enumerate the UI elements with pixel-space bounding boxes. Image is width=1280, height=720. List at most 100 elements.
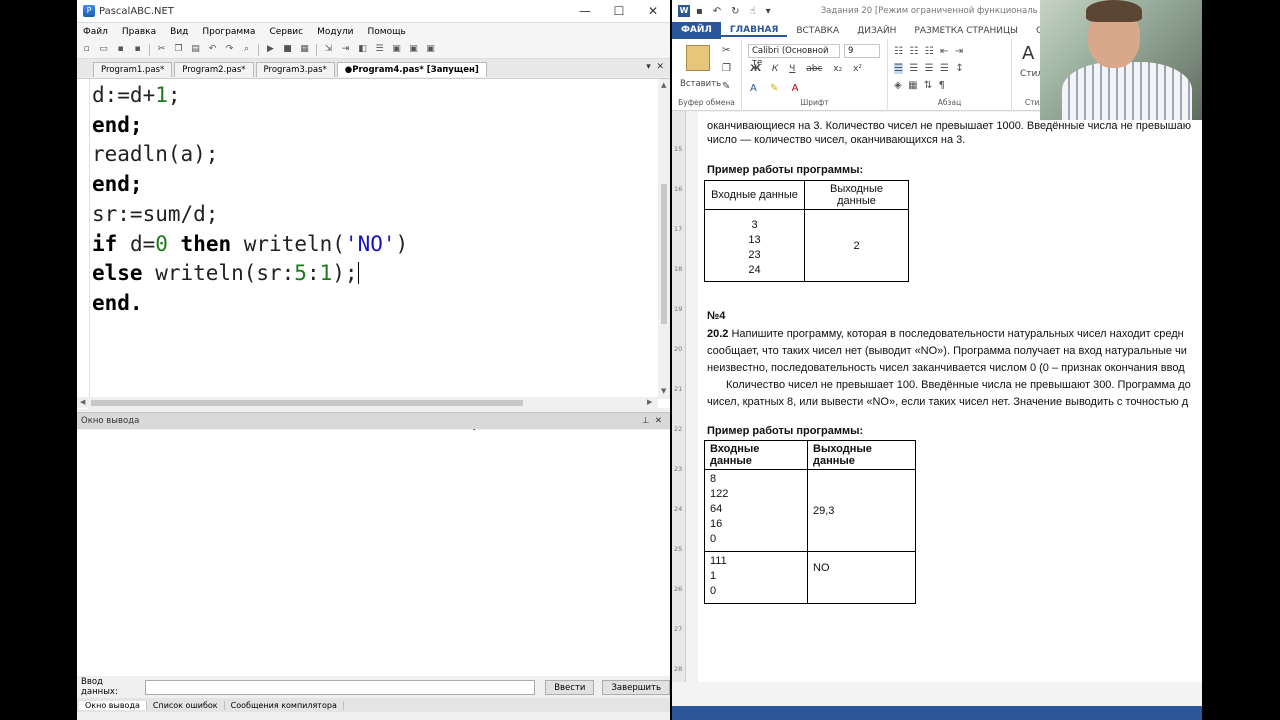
- save-icon[interactable]: ▪: [115, 44, 126, 55]
- scroll-up-icon[interactable]: ▲: [661, 81, 666, 89]
- bold-button[interactable]: Ж: [750, 64, 761, 74]
- undo-icon[interactable]: ↶: [713, 6, 721, 17]
- tab-design[interactable]: ДИЗАЙН: [848, 26, 905, 36]
- input-bar: Ввод данных: Ввести Завершить: [77, 676, 670, 698]
- paste-icon[interactable]: ▤: [190, 44, 201, 55]
- save-all-icon[interactable]: ▪: [132, 44, 143, 55]
- run-icon[interactable]: ▶: [265, 44, 276, 55]
- tab-program2[interactable]: Program2.pas*: [174, 62, 254, 77]
- borders-icon[interactable]: ▦: [908, 80, 917, 91]
- tab-close-icon[interactable]: ✕: [656, 62, 664, 72]
- maximize-icon[interactable]: ☐: [602, 4, 636, 18]
- customize-icon[interactable]: ▾: [766, 6, 771, 17]
- debug-icon[interactable]: ◧: [357, 44, 368, 55]
- tab-file[interactable]: ФАЙЛ: [672, 22, 721, 39]
- increase-indent-icon[interactable]: ⇥: [955, 46, 963, 57]
- shading-icon[interactable]: ◈: [894, 80, 902, 91]
- align-center-icon[interactable]: ☰: [909, 63, 918, 74]
- touch-mode-icon[interactable]: ☝: [750, 6, 756, 17]
- align-right-icon[interactable]: ☰: [925, 63, 934, 74]
- save-icon[interactable]: ▪: [696, 6, 703, 17]
- superscript-button[interactable]: x²: [853, 64, 862, 74]
- minimize-icon[interactable]: —: [568, 4, 602, 18]
- copy-icon[interactable]: ❐: [173, 44, 184, 55]
- highlight-icon[interactable]: ✎: [770, 83, 778, 94]
- output-close-icon[interactable]: ✕: [655, 416, 662, 426]
- stop-icon[interactable]: ■: [282, 44, 293, 55]
- compile-icon[interactable]: ▦: [299, 44, 310, 55]
- ruler-mark: 28: [674, 665, 683, 673]
- step-over-icon[interactable]: ⇥: [340, 44, 351, 55]
- strikethrough-button[interactable]: abc: [806, 64, 822, 74]
- code-line-3: readln(a);: [92, 142, 219, 167]
- pilcrow-icon[interactable]: ¶: [939, 80, 945, 91]
- enter-button[interactable]: Ввести: [545, 679, 595, 695]
- justify-icon[interactable]: ☰: [940, 63, 949, 74]
- redo-icon[interactable]: ↷: [224, 44, 235, 55]
- menu-modules[interactable]: Модули: [317, 27, 353, 37]
- tab-dropdown-icon[interactable]: ▾: [646, 62, 651, 72]
- editor-vertical-scrollbar[interactable]: ▲ ▼: [658, 79, 670, 399]
- format-painter-icon[interactable]: ✎: [722, 81, 730, 92]
- tab-program3[interactable]: Program3.pas*: [255, 62, 335, 77]
- multilevel-icon[interactable]: ☷: [925, 46, 934, 57]
- bullets-icon[interactable]: ☷: [894, 46, 903, 57]
- settings-icon[interactable]: ▣: [425, 44, 436, 55]
- styles-icon[interactable]: A: [1022, 43, 1034, 64]
- editor-horizontal-scrollbar[interactable]: ◀ ▶: [77, 397, 658, 408]
- menu-program[interactable]: Программа: [202, 27, 255, 37]
- font-size-select[interactable]: 9: [844, 44, 880, 58]
- pin-icon[interactable]: ⊥: [642, 416, 649, 426]
- hscroll-thumb[interactable]: [91, 400, 523, 406]
- menu-view[interactable]: Вид: [170, 27, 188, 37]
- tab-program1[interactable]: Program1.pas*: [93, 62, 173, 77]
- underline-button[interactable]: Ч: [789, 64, 795, 74]
- close-icon[interactable]: ✕: [636, 4, 670, 18]
- numbering-icon[interactable]: ☷: [909, 46, 918, 57]
- tab-compiler-messages[interactable]: Сообщения компилятора: [225, 700, 344, 710]
- tab-home[interactable]: ГЛАВНАЯ: [720, 25, 788, 37]
- sort-icon[interactable]: ⇅: [924, 80, 932, 91]
- windows-icon[interactable]: ▣: [408, 44, 419, 55]
- scroll-thumb[interactable]: [661, 184, 667, 324]
- align-left-icon[interactable]: ☰: [894, 63, 903, 74]
- italic-button[interactable]: К: [772, 64, 778, 74]
- subscript-button[interactable]: x₂: [833, 64, 842, 74]
- code-editor[interactable]: d:=d+1; end; readln(a); end; sr:=sum/d; …: [77, 78, 670, 442]
- format-icon[interactable]: ☰: [374, 44, 385, 55]
- tab-insert[interactable]: ВСТАВКА: [787, 26, 848, 36]
- menu-help[interactable]: Помощь: [368, 27, 406, 37]
- step-into-icon[interactable]: ⇲: [323, 44, 334, 55]
- new-file-icon[interactable]: ▫: [81, 44, 92, 55]
- scroll-down-icon[interactable]: ▼: [661, 387, 666, 395]
- font-color-icon[interactable]: A: [792, 83, 799, 94]
- document-page[interactable]: оканчивающиеся на 3. Количество чисел не…: [698, 112, 1202, 682]
- tab-program4[interactable]: ●Program4.pas* [Запущен]: [336, 62, 487, 77]
- decrease-indent-icon[interactable]: ⇤: [940, 46, 948, 57]
- task-line-3: неизвестно, последовательность чисел зак…: [707, 362, 1185, 374]
- menu-service[interactable]: Сервис: [269, 27, 303, 37]
- scroll-left-icon[interactable]: ◀: [80, 398, 85, 406]
- font-name-select[interactable]: Calibri (Основной те: [748, 44, 840, 68]
- redo-icon[interactable]: ↻: [731, 6, 739, 17]
- open-folder-icon[interactable]: ▭: [98, 44, 109, 55]
- paste-icon[interactable]: [686, 45, 710, 71]
- find-icon[interactable]: ⌕: [241, 44, 252, 55]
- paste-label[interactable]: Вставить: [680, 79, 721, 89]
- stop-button[interactable]: Завершить: [602, 679, 670, 695]
- input-field[interactable]: [144, 679, 536, 695]
- line-spacing-icon[interactable]: ↕: [955, 63, 963, 74]
- cut-icon[interactable]: ✂: [156, 44, 167, 55]
- undo-icon[interactable]: ↶: [207, 44, 218, 55]
- tab-error-list[interactable]: Список ошибок: [147, 700, 225, 710]
- copy-icon[interactable]: ❐: [722, 63, 731, 74]
- text-effects-icon[interactable]: A: [750, 83, 757, 94]
- window-icon[interactable]: ▣: [391, 44, 402, 55]
- menu-file[interactable]: Файл: [83, 27, 108, 37]
- toolbar-separator: [316, 43, 317, 56]
- tab-page-layout[interactable]: РАЗМЕТКА СТРАНИЦЫ: [905, 26, 1027, 36]
- menu-edit[interactable]: Правка: [122, 27, 156, 37]
- cut-icon[interactable]: ✂: [722, 45, 730, 56]
- scroll-right-icon[interactable]: ▶: [647, 398, 652, 406]
- tab-output-window[interactable]: Окно вывода: [79, 700, 147, 710]
